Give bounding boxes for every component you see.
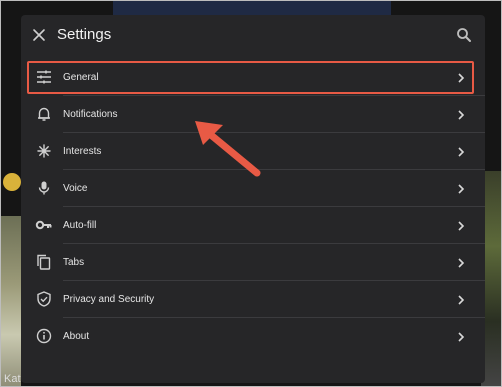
info-icon (35, 327, 53, 345)
settings-item-label: About (63, 331, 90, 342)
chevron-right-icon (455, 71, 467, 83)
chevron-right-icon (455, 182, 467, 194)
screenshot-frame: Kat Settings General Notifications Inter… (0, 0, 502, 387)
close-icon[interactable] (29, 25, 49, 45)
shield-icon (35, 290, 53, 308)
chevron-right-icon (455, 145, 467, 157)
settings-item-auto-fill[interactable]: Auto-fill (21, 207, 485, 244)
settings-item-label: Notifications (63, 109, 118, 120)
dialog-header: Settings (21, 15, 485, 55)
settings-item-interests[interactable]: Interests (21, 133, 485, 170)
dialog-title: Settings (57, 26, 112, 43)
chevron-right-icon (455, 256, 467, 268)
settings-dialog: Settings General Notifications Interests… (21, 15, 485, 383)
chevron-right-icon (455, 330, 467, 342)
settings-item-about[interactable]: About (21, 318, 485, 355)
chevron-right-icon (455, 293, 467, 305)
chevron-right-icon (455, 219, 467, 231)
settings-item-label: Tabs (63, 257, 85, 268)
bell-icon (35, 105, 53, 123)
asterisk-icon (35, 142, 53, 160)
sliders-icon (35, 68, 53, 86)
background-image (1, 216, 21, 386)
settings-list: General Notifications Interests Voice Au… (21, 59, 485, 355)
background-text: Kat (4, 373, 21, 385)
tabs-icon (35, 253, 53, 271)
settings-item-label: Privacy and Security (63, 294, 155, 305)
settings-item-label: Voice (63, 183, 88, 194)
settings-item-general[interactable]: General (21, 59, 485, 96)
background-image (3, 173, 21, 191)
key-icon (35, 216, 53, 234)
settings-item-tabs[interactable]: Tabs (21, 244, 485, 281)
settings-item-privacy-and-security[interactable]: Privacy and Security (21, 281, 485, 318)
settings-item-voice[interactable]: Voice (21, 170, 485, 207)
search-icon[interactable] (455, 26, 473, 44)
settings-item-notifications[interactable]: Notifications (21, 96, 485, 133)
chevron-right-icon (455, 108, 467, 120)
settings-item-label: General (63, 72, 99, 83)
settings-item-label: Interests (63, 146, 102, 157)
settings-item-label: Auto-fill (63, 220, 97, 231)
microphone-icon (35, 179, 53, 197)
